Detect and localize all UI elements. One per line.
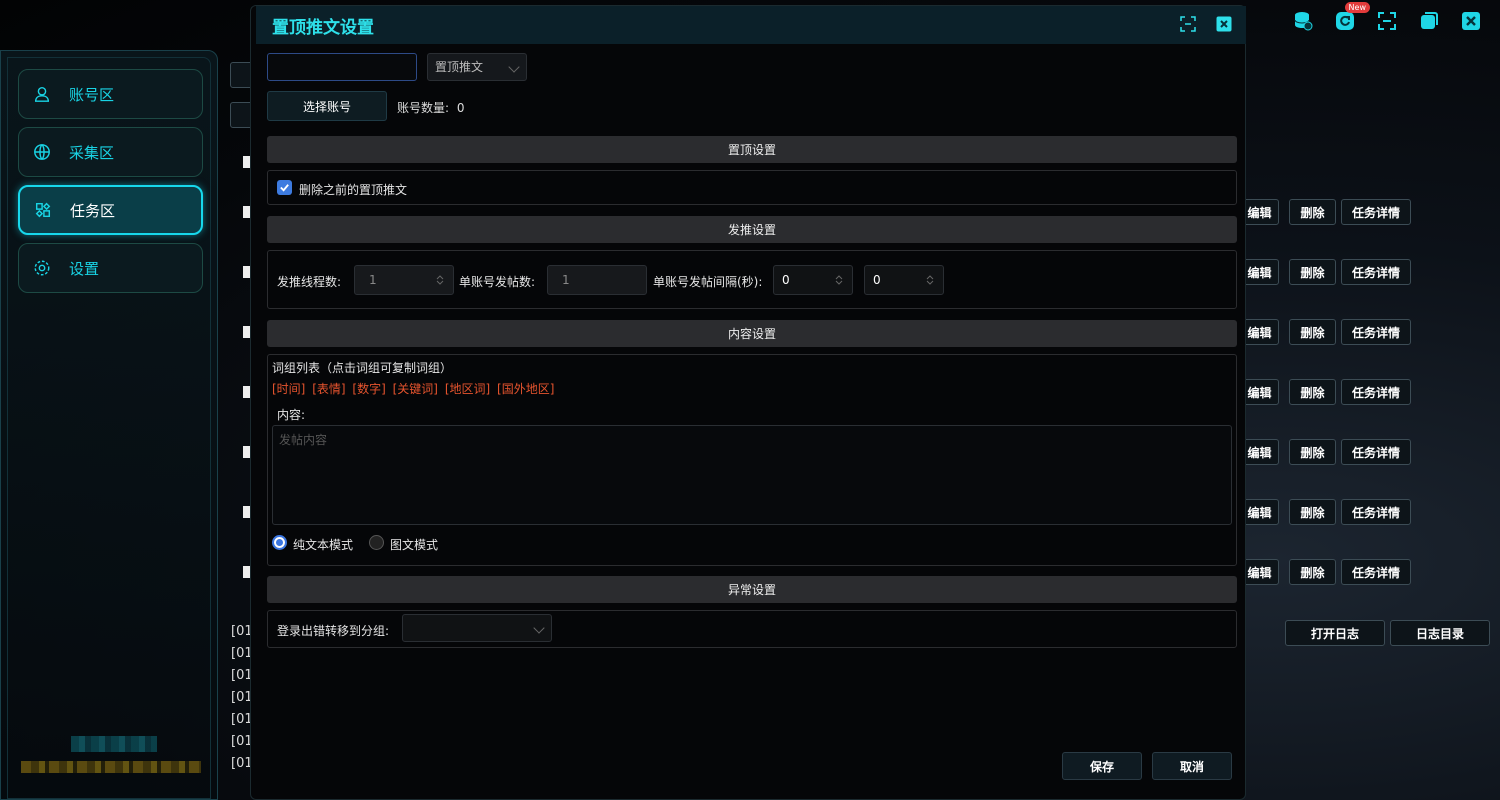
search-input[interactable] — [267, 53, 417, 81]
sidebar-item-settings[interactable]: 设置 — [18, 243, 203, 293]
section-error-settings: 异常设置 — [267, 576, 1237, 603]
save-button[interactable]: 保存 — [1062, 752, 1142, 780]
mode-text-radio[interactable] — [272, 535, 287, 550]
phrase-tag[interactable]: [国外地区] — [497, 382, 554, 396]
spinner-icon[interactable] — [925, 274, 935, 286]
threads-input[interactable]: 1 — [354, 265, 454, 295]
spinner-icon[interactable] — [834, 274, 844, 286]
delete-button[interactable]: 删除 — [1289, 199, 1336, 225]
phrase-tag[interactable]: [关键词] — [393, 382, 438, 396]
phrase-tag[interactable]: [地区词] — [445, 382, 490, 396]
threads-value: 1 — [369, 273, 377, 287]
task-detail-button[interactable]: 任务详情 — [1341, 199, 1411, 225]
type-select[interactable]: 置顶推文 — [427, 53, 527, 81]
sidebar-item-collect[interactable]: 采集区 — [18, 127, 203, 177]
delete-button[interactable]: 删除 — [1289, 559, 1336, 585]
refresh-icon[interactable]: New — [1334, 2, 1370, 32]
section-post-settings: 发推设置 — [267, 216, 1237, 243]
mode-image-radio[interactable] — [369, 535, 384, 550]
content-textarea[interactable]: 发帖内容 — [272, 425, 1232, 525]
content-placeholder: 发帖内容 — [279, 433, 328, 447]
delete-button[interactable]: 删除 — [1289, 379, 1336, 405]
sidebar-item-accounts[interactable]: 账号区 — [18, 69, 203, 119]
phrase-list-label: 词组列表（点击词组可复制词组） — [272, 361, 453, 375]
cancel-button[interactable]: 取消 — [1152, 752, 1232, 780]
threads-label: 发推线程数: — [277, 275, 342, 289]
globe-icon — [34, 144, 50, 160]
fullscreen-icon[interactable] — [1376, 10, 1398, 32]
delete-previous-checkbox[interactable] — [277, 180, 292, 195]
per-account-label: 单账号发帖数: — [459, 275, 536, 289]
section-content-settings: 内容设置 — [267, 320, 1237, 347]
section-pin-settings: 置顶设置 — [267, 136, 1237, 163]
login-error-label: 登录出错转移到分组: — [277, 624, 390, 638]
license-info-blurred — [21, 761, 201, 773]
sidebar: 账号区 采集区 任务区 设置 — [0, 50, 218, 800]
task-detail-button[interactable]: 任务详情 — [1341, 499, 1411, 525]
tasks-icon — [35, 202, 51, 218]
phrase-tag[interactable]: [数字] — [352, 382, 385, 396]
type-select-value: 置顶推文 — [435, 60, 484, 74]
new-badge: New — [1344, 2, 1370, 13]
sidebar-item-tasks[interactable]: 任务区 — [18, 185, 203, 235]
gear-icon — [34, 260, 50, 276]
select-account-button[interactable]: 选择账号 — [267, 91, 387, 121]
sidebar-item-label: 账号区 — [69, 85, 115, 104]
account-count-label: 账号数量: — [397, 101, 450, 115]
sidebar-item-label: 采集区 — [69, 143, 115, 162]
delete-button[interactable]: 删除 — [1289, 439, 1336, 465]
maximize-icon[interactable] — [1180, 16, 1196, 32]
chevron-down-icon — [533, 622, 545, 634]
user-icon — [34, 86, 50, 102]
window-toolbar: New — [1292, 2, 1482, 32]
pin-tweet-dialog: 置顶推文设置 置顶推文 选择账号 账号数量: 0 置顶设置 删除之前的置顶推文 … — [250, 5, 1246, 800]
spinner-icon[interactable] — [435, 274, 445, 286]
window-icon[interactable] — [1418, 10, 1440, 32]
interval-min-input[interactable]: 0 — [773, 265, 853, 295]
phrase-tag[interactable]: [表情] — [312, 382, 345, 396]
delete-button[interactable]: 删除 — [1289, 499, 1336, 525]
interval-max-value: 0 — [873, 273, 881, 287]
dialog-header: 置顶推文设置 — [256, 6, 1246, 44]
interval-label: 单账号发帖间隔(秒): — [653, 275, 763, 289]
user-info-blurred — [71, 736, 157, 752]
interval-min-value: 0 — [782, 273, 790, 287]
per-account-input[interactable]: 1 — [547, 265, 647, 295]
chevron-down-icon — [508, 61, 520, 73]
interval-max-input[interactable]: 0 — [864, 265, 944, 295]
task-detail-button[interactable]: 任务详情 — [1341, 559, 1411, 585]
check-icon — [280, 184, 289, 192]
phrase-tags: [时间] [表情] [数字] [关键词] [地区词] [国外地区] — [272, 380, 557, 397]
mode-image-label: 图文模式 — [390, 538, 439, 552]
close-icon[interactable] — [1216, 16, 1232, 32]
dialog-title: 置顶推文设置 — [272, 17, 374, 38]
delete-button[interactable]: 删除 — [1289, 319, 1336, 345]
per-account-value: 1 — [562, 273, 570, 287]
pin-settings-box — [267, 170, 1237, 205]
delete-previous-label: 删除之前的置顶推文 — [299, 183, 408, 197]
task-detail-button[interactable]: 任务详情 — [1341, 319, 1411, 345]
task-detail-button[interactable]: 任务详情 — [1341, 259, 1411, 285]
mode-text-label: 纯文本模式 — [293, 538, 354, 552]
database-icon[interactable] — [1292, 10, 1314, 32]
group-select[interactable] — [402, 614, 552, 642]
phrase-tag[interactable]: [时间] — [272, 382, 305, 396]
log-dir-button[interactable]: 日志目录 — [1390, 620, 1490, 646]
sidebar-item-label: 设置 — [69, 259, 100, 278]
task-detail-button[interactable]: 任务详情 — [1341, 439, 1411, 465]
close-icon[interactable] — [1460, 10, 1482, 32]
account-count-value: 0 — [456, 101, 465, 115]
task-detail-button[interactable]: 任务详情 — [1341, 379, 1411, 405]
account-count: 账号数量: 0 — [397, 99, 465, 116]
delete-button[interactable]: 删除 — [1289, 259, 1336, 285]
sidebar-item-label: 任务区 — [70, 201, 116, 220]
open-log-button[interactable]: 打开日志 — [1285, 620, 1385, 646]
content-label: 内容: — [277, 408, 306, 422]
